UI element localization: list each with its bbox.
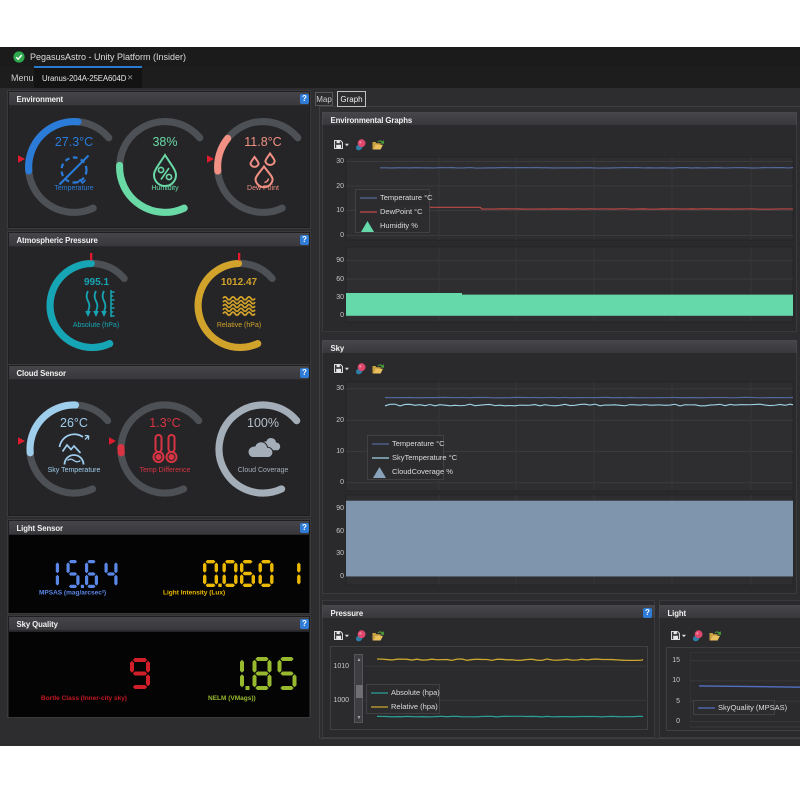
svg-text:MPSAS (mag/arcsec²): MPSAS (mag/arcsec²) bbox=[39, 590, 106, 597]
svg-text:NELM (VMags)): NELM (VMags)) bbox=[208, 695, 256, 702]
svg-text:Bortle Class (Inner-city sky): Bortle Class (Inner-city sky) bbox=[41, 695, 127, 702]
svg-text:Light Intensity (Lux): Light Intensity (Lux) bbox=[163, 590, 225, 597]
